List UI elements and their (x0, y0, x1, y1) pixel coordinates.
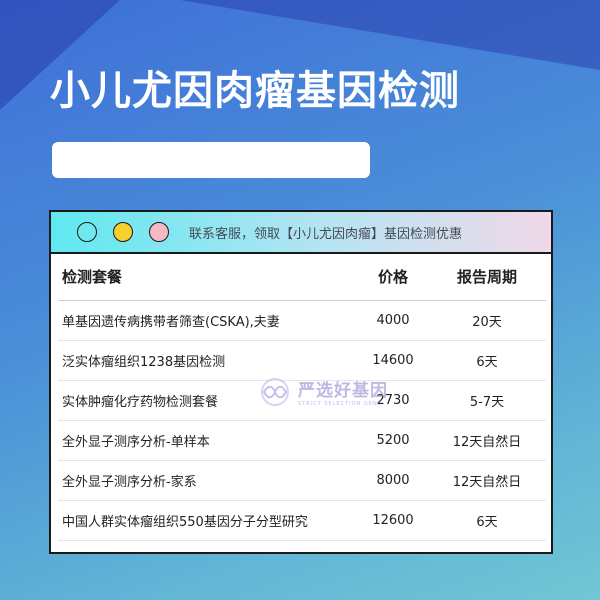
package-period: 6天 (428, 500, 546, 541)
package-price: 2730 (358, 380, 428, 421)
package-price: 5200 (358, 420, 428, 461)
package-price: 12600 (358, 500, 428, 541)
package-name: 全外显子测序分析-家系 (58, 460, 358, 501)
package-period: 5-7天 (428, 380, 546, 421)
package-price: 4000 (358, 300, 428, 341)
package-name: 单基因遗传病携带者筛查(CSKA),夫妻 (58, 300, 358, 341)
pricing-table: 检测套餐 价格 报告周期 单基因遗传病携带者筛查(CSKA),夫妻 4000 2… (58, 254, 546, 541)
contact-service-text[interactable]: 联系客服，领取【小儿尤因肉瘤】基因检测优惠 (189, 223, 462, 242)
package-name: 泛实体瘤组织1238基因检测 (58, 340, 358, 381)
package-name: 全外显子测序分析-单样本 (58, 420, 358, 461)
table-row: 单基因遗传病携带者筛查(CSKA),夫妻 4000 20天 (58, 300, 546, 341)
card-header: 联系客服，领取【小儿尤因肉瘤】基因检测优惠 (51, 212, 551, 254)
package-price: 14600 (358, 340, 428, 381)
column-header-report-period: 报告周期 (428, 254, 546, 301)
table-row: 中国人群实体瘤组织550基因分子分型研究 12600 6天 (58, 500, 546, 541)
package-name: 中国人群实体瘤组织550基因分子分型研究 (58, 500, 358, 541)
page-title: 小儿尤因肉瘤基因检测 (50, 68, 460, 114)
yellow-dot-icon (113, 222, 133, 242)
table-row: 泛实体瘤组织1238基因检测 14600 6天 (58, 340, 546, 381)
package-price: 8000 (358, 460, 428, 501)
column-header-price: 价格 (358, 254, 428, 301)
pink-dot-icon (149, 222, 169, 242)
column-header-package: 检测套餐 (58, 254, 358, 301)
package-period: 12天自然日 (428, 460, 546, 501)
table-header-row: 检测套餐 价格 报告周期 (58, 254, 546, 301)
cyan-dot-icon (77, 222, 97, 242)
subtitle-bar (52, 142, 370, 178)
table-row: 全外显子测序分析-单样本 5200 12天自然日 (58, 420, 546, 461)
pricing-card: 联系客服，领取【小儿尤因肉瘤】基因检测优惠 检测套餐 价格 报告周期 单基因遗传… (49, 210, 553, 554)
package-period: 20天 (428, 300, 546, 341)
table-row: 全外显子测序分析-家系 8000 12天自然日 (58, 460, 546, 501)
table-row: 实体肿瘤化疗药物检测套餐 2730 5-7天 (58, 380, 546, 421)
package-period: 12天自然日 (428, 420, 546, 461)
package-name: 实体肿瘤化疗药物检测套餐 (58, 380, 358, 421)
package-period: 6天 (428, 340, 546, 381)
